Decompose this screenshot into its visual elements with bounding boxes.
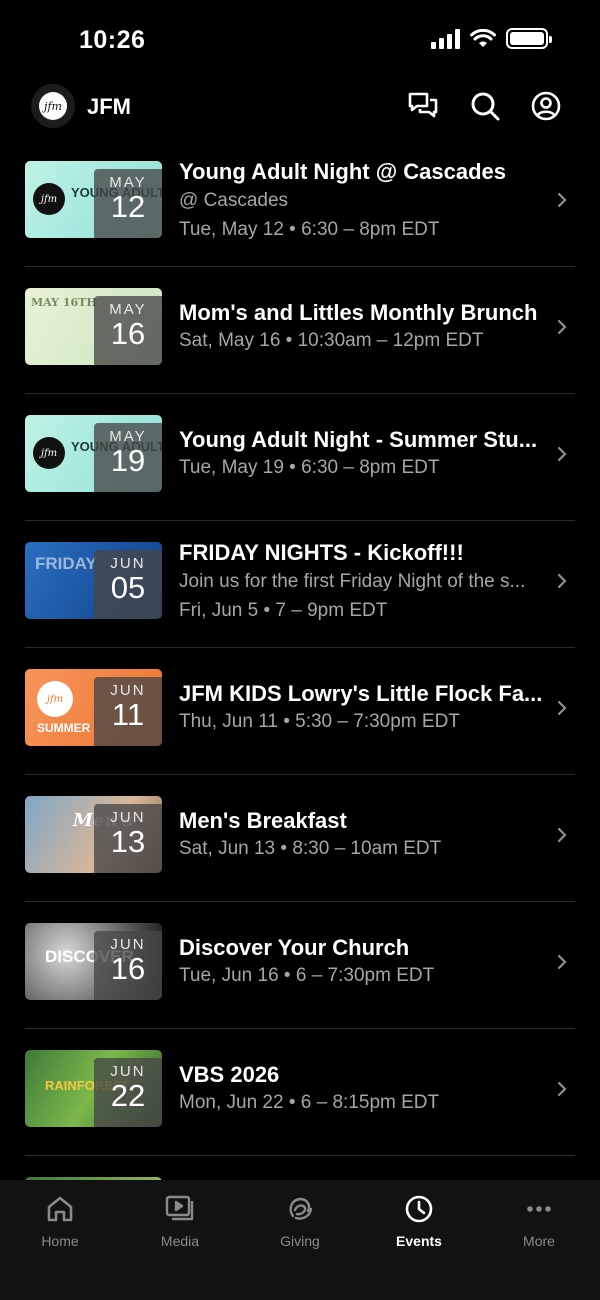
chevron-right-icon — [557, 319, 567, 335]
thumb-logo: jfm — [37, 681, 73, 717]
home-icon — [47, 1196, 73, 1222]
date-badge: JUN 13 — [94, 804, 162, 873]
event-datetime: Sat, May 16 • 10:30am – 12pm EDT — [179, 330, 484, 351]
date-day: 19 — [110, 443, 146, 478]
messages-button[interactable] — [405, 88, 441, 124]
wifi-icon — [470, 28, 496, 47]
date-badge: JUN 22 — [94, 1058, 162, 1127]
event-datetime: Tue, Jun 16 • 6 – 7:30pm EDT — [179, 965, 435, 986]
event-thumbnail: FRIDAY JUN 05 — [25, 542, 162, 619]
chat-icon — [408, 92, 438, 118]
thumb-caption: FRIDAY — [35, 554, 97, 573]
tab-events[interactable]: Events — [369, 1194, 469, 1264]
tab-label: Home — [41, 1233, 79, 1249]
event-title: Young Adult Night - Summer Stu... — [179, 427, 538, 452]
date-badge: MAY 16 — [94, 296, 162, 365]
date-day: 22 — [110, 1078, 146, 1113]
date-day: 05 — [110, 570, 146, 605]
event-row[interactable]: MAY 16TH MAY 16 Mom's and Littles Monthl… — [25, 267, 575, 394]
event-row[interactable]: jfm YOUNG ADULTS MAY 19 Young Adult Nigh… — [25, 394, 575, 521]
chevron-right-icon — [557, 827, 567, 843]
tab-bar: Home Media Giving Events More — [0, 1180, 600, 1300]
chevron-right-icon — [557, 700, 567, 716]
event-title: Discover Your Church — [179, 935, 410, 960]
chevron-right-icon — [557, 446, 567, 462]
app-header: jfm JFM — [0, 80, 600, 140]
more-icon — [527, 1206, 551, 1212]
date-badge: MAY 12 — [94, 169, 162, 238]
date-day: 12 — [110, 189, 146, 224]
event-thumbnail: jfm YOUNG ADULTS MAY 12 — [25, 161, 162, 238]
event-row[interactable]: Men's JUN 13 Men's Breakfast Sat, Jun 13… — [25, 775, 575, 902]
event-title: JFM KIDS Lowry's Little Flock Fa... — [179, 681, 543, 706]
event-row[interactable]: RAINFOREST JUN 22 VBS 2026 Mon, Jun 22 •… — [25, 1029, 575, 1156]
tab-label: Events — [396, 1233, 442, 1249]
chevron-right-icon — [557, 954, 567, 970]
thumb-caption: SUMMER — [37, 721, 91, 735]
event-title: Men's Breakfast — [179, 808, 347, 833]
event-thumbnail: jfm SUMMER JUN 11 — [25, 669, 162, 746]
date-day: 11 — [111, 697, 145, 732]
date-badge: JUN 05 — [94, 550, 162, 619]
event-list[interactable]: jfm YOUNG ADULTS MAY 12 Young Adult Nigh… — [0, 140, 600, 1180]
event-row[interactable]: jfm SUMMER JUN 11 JFM KIDS Lowry's Littl… — [25, 648, 575, 775]
media-icon — [165, 1195, 194, 1221]
event-datetime: Thu, Jun 11 • 5:30 – 7:30pm EDT — [179, 711, 460, 732]
thumb-caption: MAY 16TH — [31, 296, 97, 309]
event-thumbnail: MAY 16TH MAY 16 — [25, 288, 162, 365]
date-day: 16 — [110, 951, 146, 986]
tab-home[interactable]: Home — [10, 1194, 110, 1264]
app-logo[interactable]: jfm — [31, 84, 75, 128]
user-icon — [531, 91, 561, 121]
status-icons — [431, 28, 552, 49]
thumb-logo: jfm — [33, 437, 65, 469]
event-thumbnail: RAINFOREST JUN 22 — [25, 1050, 162, 1127]
chevron-right-icon — [557, 1081, 567, 1097]
event-datetime: Tue, May 12 • 6:30 – 8pm EDT — [179, 219, 440, 240]
event-datetime: Fri, Jun 5 • 7 – 9pm EDT — [179, 600, 388, 621]
app-title: JFM — [87, 94, 131, 119]
event-title: Mom's and Littles Monthly Brunch — [179, 300, 538, 325]
tab-label: More — [523, 1233, 555, 1249]
event-thumbnail: DISCOVER JUN 16 — [25, 923, 162, 1000]
profile-button[interactable] — [528, 88, 564, 124]
event-row[interactable] — [25, 1156, 575, 1180]
status-time: 10:26 — [79, 26, 146, 54]
tab-media[interactable]: Media — [130, 1194, 230, 1264]
date-badge: MAY 19 — [94, 423, 162, 492]
signal-icon — [431, 28, 460, 49]
chevron-right-icon — [557, 192, 567, 208]
event-datetime: Sat, Jun 13 • 8:30 – 10am EDT — [179, 838, 442, 859]
event-description: Join us for the first Friday Night of th… — [179, 571, 526, 592]
status-bar: 10:26 — [0, 0, 600, 80]
clock-icon — [405, 1195, 433, 1223]
event-subtitle: @ Cascades — [179, 190, 289, 211]
event-thumbnail: jfm YOUNG ADULTS MAY 19 — [25, 415, 162, 492]
event-row[interactable]: DISCOVER JUN 16 Discover Your Church Tue… — [25, 902, 575, 1029]
event-datetime: Tue, May 19 • 6:30 – 8pm EDT — [179, 457, 440, 478]
event-thumbnail: Men's JUN 13 — [25, 796, 162, 873]
battery-icon — [506, 28, 552, 49]
chevron-right-icon — [557, 573, 567, 589]
search-button[interactable] — [467, 88, 503, 124]
search-icon — [471, 92, 500, 121]
event-title: Young Adult Night @ Cascades — [179, 159, 507, 184]
tab-label: Media — [160, 1233, 200, 1249]
giving-icon — [289, 1197, 313, 1220]
battery-level — [510, 32, 544, 45]
event-title: FRIDAY NIGHTS - Kickoff!!! — [179, 540, 464, 565]
event-title: VBS 2026 — [179, 1062, 280, 1087]
date-badge: JUN 16 — [94, 931, 162, 1000]
event-row[interactable]: FRIDAY JUN 05 FRIDAY NIGHTS - Kickoff!!!… — [25, 521, 575, 648]
tab-more[interactable]: More — [489, 1194, 589, 1264]
event-datetime: Mon, Jun 22 • 6 – 8:15pm EDT — [179, 1092, 440, 1113]
tab-giving[interactable]: Giving — [250, 1194, 350, 1264]
logo-mark: jfm — [39, 92, 67, 120]
date-day: 13 — [110, 824, 146, 859]
tab-label: Giving — [280, 1233, 320, 1249]
thumb-logo: jfm — [33, 183, 65, 215]
event-row[interactable]: jfm YOUNG ADULTS MAY 12 Young Adult Nigh… — [25, 140, 575, 267]
date-day: 16 — [110, 316, 146, 351]
date-badge: JUN 11 — [94, 677, 162, 746]
